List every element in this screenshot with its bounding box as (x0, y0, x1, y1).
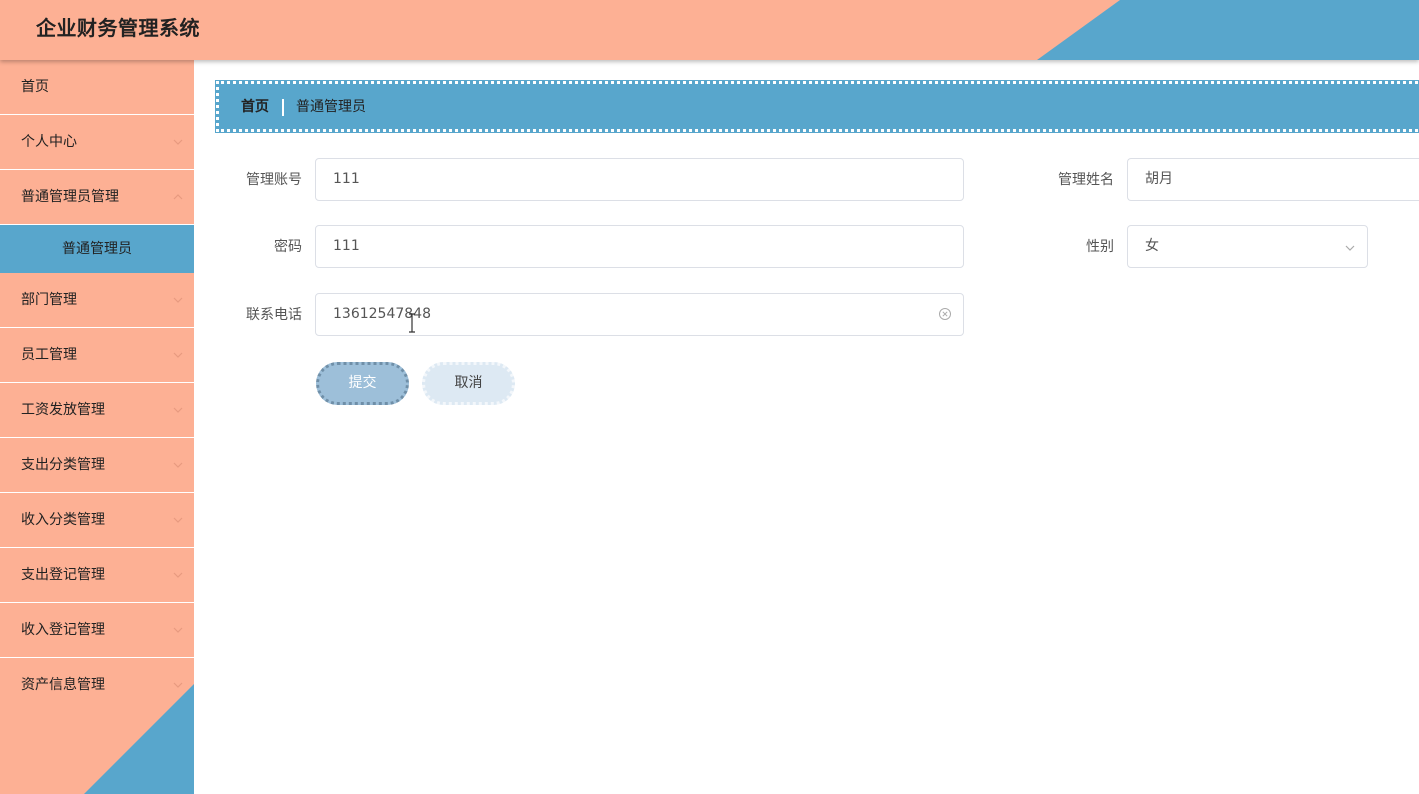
chevron-down-icon (173, 297, 183, 303)
text-cursor-icon (409, 313, 415, 333)
sidebar-item-personal-center[interactable]: 个人中心 (0, 115, 194, 170)
sidebar-subitem-admin[interactable]: 普通管理员 (0, 225, 194, 273)
cancel-button[interactable]: 取消 (422, 362, 515, 405)
gender-value: 女 (1145, 238, 1159, 254)
name-input[interactable]: 胡月 (1127, 158, 1419, 201)
sidebar-item-label: 工资发放管理 (21, 402, 105, 418)
sidebar-item-expense-category[interactable]: 支出分类管理 (0, 438, 194, 493)
account-input[interactable]: 111 (315, 158, 964, 201)
sidebar-item-assets[interactable]: 资产信息管理 (0, 658, 194, 712)
breadcrumb-separator (282, 99, 284, 116)
sidebar-item-income-record[interactable]: 收入登记管理 (0, 603, 194, 658)
sidebar-item-label: 资产信息管理 (21, 677, 105, 693)
app-header: 企业财务管理系统 (0, 0, 1419, 60)
sidebar-item-label: 个人中心 (21, 134, 77, 150)
password-input[interactable]: 111 (315, 225, 964, 268)
chevron-down-icon (173, 682, 183, 688)
phone-label: 联系电话 (246, 307, 302, 323)
breadcrumb: 首页 普通管理员 (215, 80, 1419, 133)
name-label: 管理姓名 (1058, 172, 1114, 188)
password-label: 密码 (274, 239, 302, 255)
sidebar-item-department[interactable]: 部门管理 (0, 273, 194, 328)
sidebar-item-label: 收入登记管理 (21, 622, 105, 638)
sidebar-item-employee[interactable]: 员工管理 (0, 328, 194, 383)
chevron-down-icon (173, 139, 183, 145)
sidebar-item-label: 支出登记管理 (21, 567, 105, 583)
sidebar-item-label: 收入分类管理 (21, 512, 105, 528)
clear-icon[interactable] (938, 307, 952, 321)
sidebar-item-label: 部门管理 (21, 292, 77, 308)
account-label: 管理账号 (246, 172, 302, 188)
name-value: 胡月 (1145, 171, 1173, 187)
sidebar-item-label: 首页 (21, 79, 49, 95)
sidebar-item-salary[interactable]: 工资发放管理 (0, 383, 194, 438)
header-decoration (1037, 0, 1419, 60)
chevron-down-icon (173, 462, 183, 468)
sidebar-item-income-category[interactable]: 收入分类管理 (0, 493, 194, 548)
sidebar: 首页 个人中心 普通管理员管理 普通管理员 部门管理 员工管理 工资发放管理 支… (0, 60, 194, 794)
chevron-down-icon (173, 352, 183, 358)
chevron-down-icon (173, 517, 183, 523)
sidebar-item-expense-record[interactable]: 支出登记管理 (0, 548, 194, 603)
breadcrumb-home-link[interactable]: 首页 (241, 84, 269, 130)
app-title: 企业财务管理系统 (36, 16, 200, 40)
account-value: 111 (333, 171, 360, 187)
password-value: 111 (333, 238, 360, 254)
chevron-down-icon (173, 627, 183, 633)
sidebar-item-admin-management[interactable]: 普通管理员管理 (0, 170, 194, 225)
sidebar-item-label: 员工管理 (21, 347, 77, 363)
sidebar-item-label: 支出分类管理 (21, 457, 105, 473)
sidebar-item-home[interactable]: 首页 (0, 60, 194, 115)
gender-select[interactable]: 女 (1127, 225, 1368, 268)
sidebar-item-label: 普通管理员管理 (21, 189, 119, 205)
submit-button[interactable]: 提交 (316, 362, 409, 405)
gender-label: 性别 (1086, 239, 1114, 255)
chevron-up-icon (173, 194, 183, 200)
sidebar-subitem-label: 普通管理员 (62, 241, 132, 257)
chevron-down-icon (1345, 245, 1355, 251)
breadcrumb-current: 普通管理员 (296, 99, 366, 115)
chevron-down-icon (173, 407, 183, 413)
chevron-down-icon (173, 572, 183, 578)
